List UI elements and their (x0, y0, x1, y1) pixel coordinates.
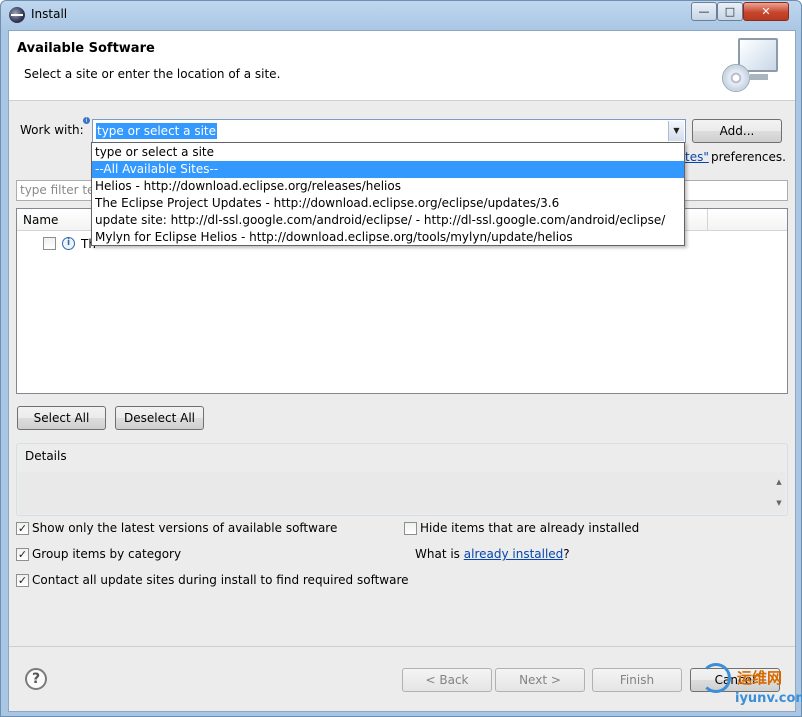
details-group: Details ▲ ▼ (16, 443, 788, 516)
page-description: Select a site or enter the location of a… (24, 67, 281, 81)
back-button[interactable]: < Back (402, 668, 492, 692)
deselect-all-button[interactable]: Deselect All (115, 406, 204, 430)
dropdown-option[interactable]: type or select a site (92, 144, 684, 161)
filter-placeholder: type filter tex (20, 183, 102, 197)
help-icon[interactable]: ? (25, 668, 47, 690)
work-with-label: Work with: (20, 123, 84, 137)
details-legend: Details (25, 449, 67, 463)
contact-sites-label: Contact all update sites during install … (32, 573, 409, 587)
work-with-input-value[interactable]: type or select a site (96, 123, 218, 139)
group-by-category-label: Group items by category (32, 547, 182, 561)
title-bar[interactable]: Install — □ ✕ (1, 1, 801, 29)
details-scroll-arrows-icon[interactable]: ▲ ▼ (773, 472, 785, 514)
dropdown-option-selected[interactable]: --All Available Sites-- (92, 161, 684, 178)
select-all-button[interactable]: Select All (17, 406, 106, 430)
install-window: Install — □ ✕ Available Software Select … (0, 0, 802, 717)
column-divider[interactable] (707, 209, 708, 231)
maximize-button[interactable]: □ (717, 2, 743, 21)
dropdown-option[interactable]: The Eclipse Project Updates - http://dow… (92, 195, 684, 212)
cd-disc-shape (722, 64, 750, 92)
next-button[interactable]: Next > (495, 668, 585, 692)
monitor-stand-shape (750, 74, 768, 80)
finish-button[interactable]: Finish (592, 668, 682, 692)
column-header-name[interactable]: Name (23, 213, 58, 227)
already-installed-link[interactable]: already installed (464, 547, 564, 561)
window-title: Install (31, 7, 68, 21)
what-is-suffix: ? (563, 547, 570, 561)
dropdown-option[interactable]: update site: http://dl-ssl.google.com/an… (92, 212, 684, 229)
combo-dropdown-arrow-icon[interactable]: ▼ (668, 121, 684, 141)
watermark-text-domain: iyunv.com (735, 691, 802, 706)
page-title: Available Software (17, 41, 155, 56)
info-icon: i (62, 237, 75, 250)
dialog-header: Available Software Select a site or ente… (9, 31, 795, 101)
add-site-button[interactable]: Add... (692, 119, 782, 143)
dialog-client-area: Available Software Select a site or ente… (8, 30, 796, 712)
work-with-dropdown-list[interactable]: type or select a site --All Available Si… (91, 142, 685, 246)
what-is-installed-text: What is already installed? (415, 547, 570, 561)
tree-row-checkbox[interactable] (43, 237, 56, 250)
show-latest-checkbox[interactable]: ✓ (16, 522, 29, 535)
what-is-prefix: What is (415, 547, 464, 561)
footer-separator (9, 646, 795, 647)
watermark-swirl-icon (701, 663, 731, 693)
info-decorator-icon: i (83, 117, 90, 124)
preferences-text: preferences. (711, 150, 786, 164)
minimize-button[interactable]: — (691, 2, 717, 21)
dropdown-option[interactable]: Helios - http://download.eclipse.org/rel… (92, 178, 684, 195)
hide-installed-checkbox[interactable] (404, 522, 417, 535)
hide-installed-label: Hide items that are already installed (420, 521, 640, 535)
site-watermark-logo: 运维网 iyunv.com (701, 657, 802, 715)
eclipse-icon (9, 7, 25, 23)
install-monitor-cd-icon (720, 36, 780, 94)
work-with-combo[interactable]: type or select a site ▼ (92, 119, 686, 143)
close-button[interactable]: ✕ (743, 2, 789, 21)
group-by-category-checkbox[interactable]: ✓ (16, 548, 29, 561)
available-sites-preferences-link[interactable]: tes" (685, 150, 709, 164)
show-latest-label: Show only the latest versions of availab… (32, 521, 338, 535)
dropdown-option[interactable]: Mylyn for Eclipse Helios - http://downlo… (92, 229, 684, 246)
contact-sites-checkbox[interactable]: ✓ (16, 574, 29, 587)
details-text-area[interactable] (19, 472, 785, 514)
watermark-text-cn: 运维网 (737, 669, 783, 687)
